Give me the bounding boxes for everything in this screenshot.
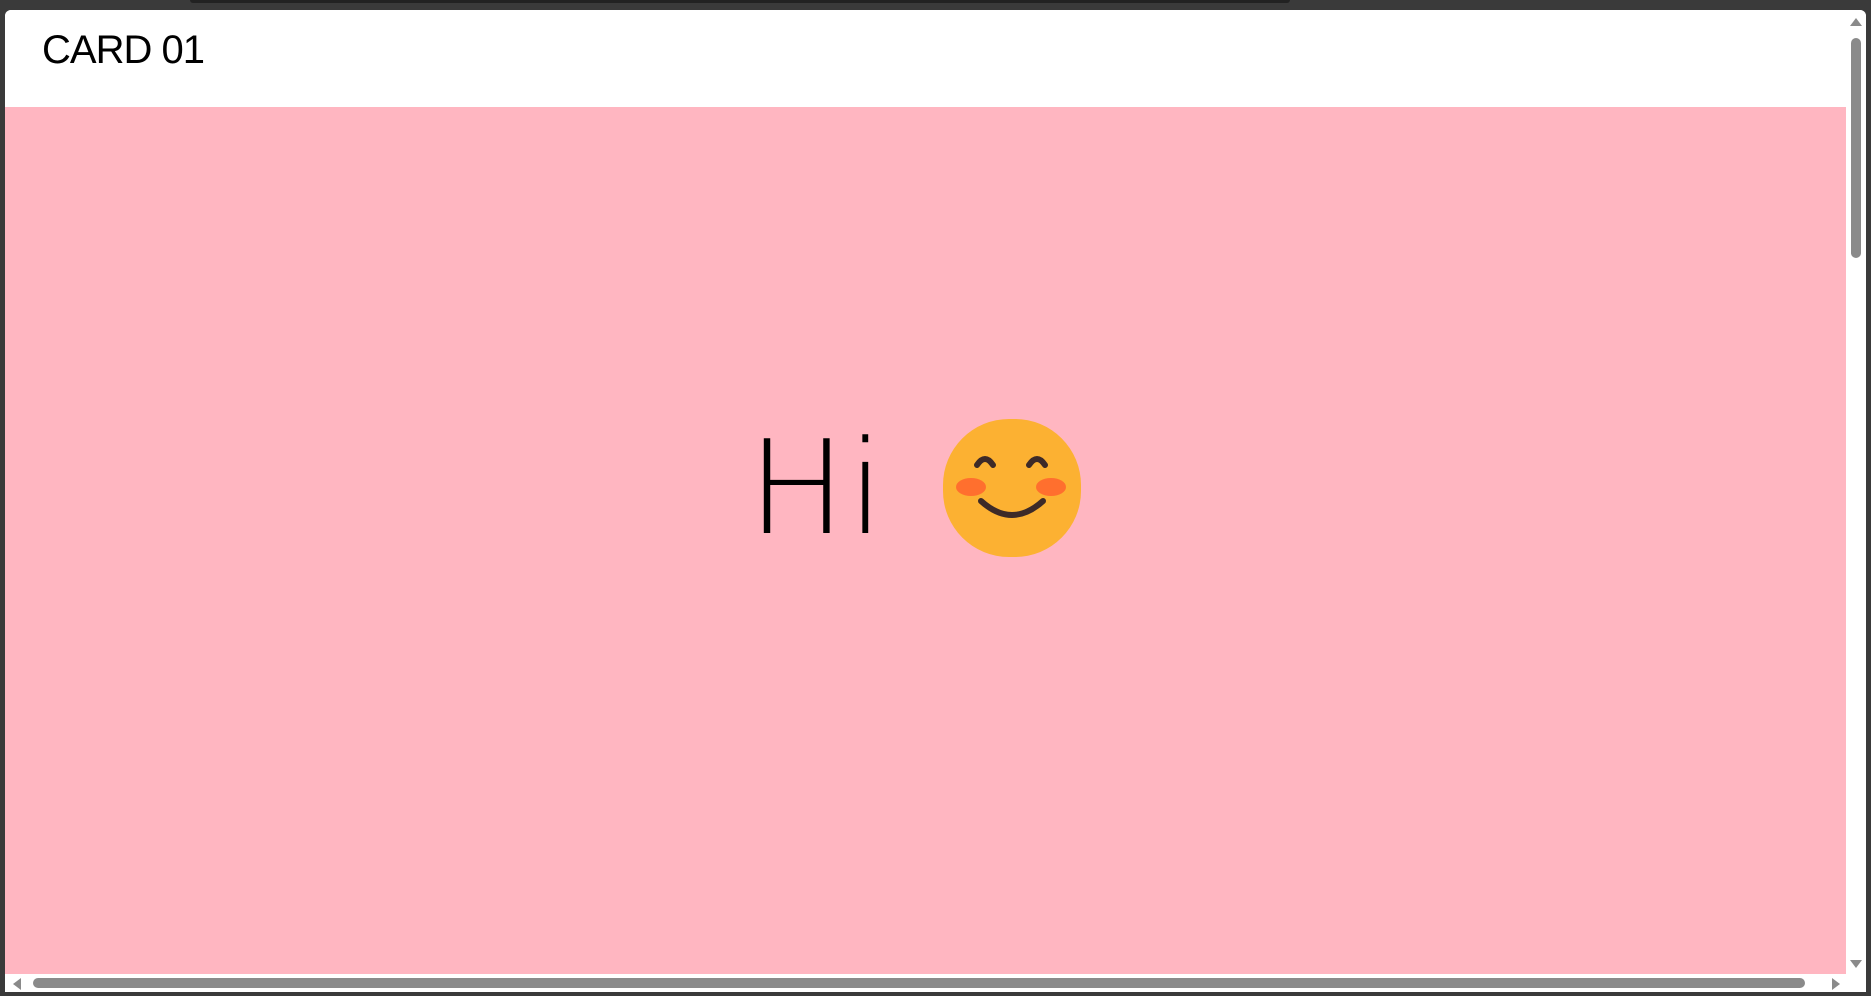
- card-title: CARD 01: [42, 28, 205, 72]
- card-window: CARD 01 Hi: [5, 10, 1866, 992]
- horizontal-scroll-thumb[interactable]: [33, 978, 1805, 988]
- card-header: CARD 01: [5, 10, 1846, 107]
- vertical-scrollbar[interactable]: [1846, 10, 1866, 974]
- scroll-down-arrow-icon[interactable]: [1850, 960, 1862, 968]
- tab-edge: [190, 0, 1290, 3]
- horizontal-scrollbar[interactable]: [5, 974, 1846, 992]
- smiling-face-icon: [941, 417, 1083, 559]
- greeting-text: Hi: [748, 412, 886, 564]
- scroll-left-arrow-icon[interactable]: [13, 978, 21, 990]
- emoji-left-cheek: [955, 478, 986, 496]
- scroll-right-arrow-icon[interactable]: [1832, 978, 1840, 990]
- scrollbar-corner: [1846, 974, 1866, 992]
- vertical-scroll-thumb[interactable]: [1851, 38, 1861, 258]
- card-content: Hi: [5, 107, 1846, 974]
- emoji-right-cheek: [1035, 478, 1066, 496]
- greeting: Hi: [748, 417, 1083, 559]
- scroll-up-arrow-icon[interactable]: [1850, 18, 1862, 26]
- top-strip: [0, 0, 1871, 10]
